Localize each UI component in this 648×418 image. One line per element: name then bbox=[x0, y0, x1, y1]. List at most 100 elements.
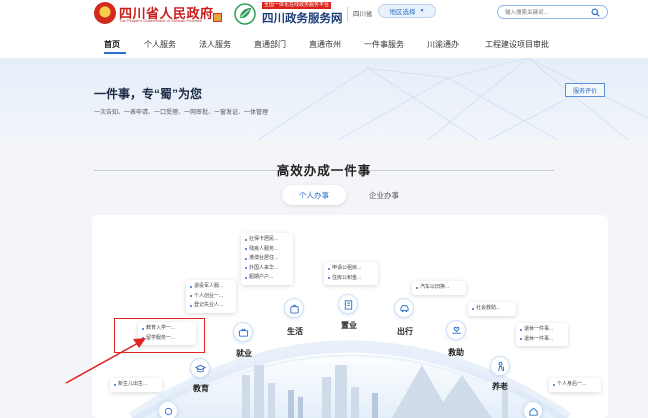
main-nav: 首页 个人服务 法人服务 直通部门 直通市州 一件事服务 川渝通办 工程建设项目… bbox=[0, 36, 648, 54]
tab-enterprise[interactable]: 企业办事 bbox=[352, 185, 416, 205]
service-logo-icon bbox=[234, 3, 256, 25]
popup-housing: 申请公租房... 住房公积金... bbox=[324, 262, 378, 285]
category-housing-label[interactable]: 置业 bbox=[341, 320, 357, 331]
nav-active-underline bbox=[104, 52, 126, 54]
helping-hand-icon bbox=[451, 326, 461, 334]
category-employment-label[interactable]: 就业 bbox=[236, 348, 252, 359]
category-rescue-label[interactable]: 救助 bbox=[448, 347, 464, 358]
bullet-icon bbox=[416, 286, 418, 289]
list-item[interactable]: 社保卡居民... bbox=[245, 235, 289, 245]
bullet-icon bbox=[190, 285, 192, 288]
header-divider bbox=[347, 7, 348, 21]
list-item[interactable]: 社会救助... bbox=[472, 304, 512, 314]
region-label: 四川省 bbox=[353, 11, 373, 18]
category-education-button[interactable] bbox=[190, 358, 210, 378]
list-item[interactable]: 登记失业人... bbox=[190, 301, 232, 311]
bullet-icon bbox=[245, 248, 247, 251]
service-name[interactable]: 四川政务服务网 bbox=[262, 10, 343, 26]
list-item[interactable]: 残疾人服务... bbox=[245, 245, 289, 255]
category-education-label[interactable]: 教育 bbox=[193, 383, 209, 394]
list-item[interactable]: 超期户户... bbox=[245, 273, 289, 283]
list-item[interactable]: 退役军人服... bbox=[190, 282, 232, 292]
nav-item-home[interactable]: 首页 bbox=[104, 39, 120, 50]
bullet-icon bbox=[553, 383, 555, 386]
bullet-icon bbox=[245, 257, 247, 260]
page: 四川省人民政府 The People's Government of Sichu… bbox=[0, 0, 648, 418]
category-posthumous-button[interactable] bbox=[523, 401, 543, 418]
search-icon[interactable] bbox=[591, 8, 600, 17]
highlight-box bbox=[114, 318, 205, 353]
popup-life: 社保卡居民... 残疾人服务... 港澳台居住... 外国人来华... 超期户户… bbox=[241, 233, 293, 285]
category-elderly-button[interactable] bbox=[490, 356, 510, 376]
home-icon bbox=[528, 407, 538, 416]
search-input[interactable] bbox=[505, 7, 589, 18]
list-item[interactable]: 外国人来华... bbox=[245, 264, 289, 274]
bullet-icon bbox=[245, 238, 247, 241]
bullet-icon bbox=[520, 338, 522, 341]
bullet-icon bbox=[472, 307, 474, 310]
list-item[interactable]: 汽车以旧换... bbox=[416, 283, 462, 293]
list-item[interactable]: 新生儿出生... bbox=[114, 380, 158, 390]
category-rescue-button[interactable] bbox=[446, 320, 466, 340]
list-item[interactable]: 住房公积金... bbox=[328, 274, 374, 284]
badge-icon bbox=[213, 13, 222, 22]
category-travel-label[interactable]: 出行 bbox=[397, 326, 413, 337]
nav-item-personal[interactable]: 个人服务 bbox=[144, 39, 176, 50]
banner-title: 一件事，专“蜀”为您 bbox=[94, 87, 203, 101]
arc-background bbox=[128, 340, 572, 418]
category-life-button[interactable] bbox=[284, 298, 304, 318]
list-item[interactable]: 退休一件事... bbox=[520, 325, 564, 335]
bullet-icon bbox=[245, 276, 247, 279]
site-header: 四川省人民政府 The People's Government of Sichu… bbox=[0, 0, 648, 58]
banner-subtitle: 一次告知、一表申请、一口受理、一网审批、一窗发证、一体管理 bbox=[94, 110, 269, 116]
popup-employment: 退役军人服... 个人创业一... 登记失业人... bbox=[186, 280, 236, 313]
service-evaluation-button[interactable]: 服务评价 bbox=[565, 83, 605, 97]
popup-posthumous: 个人身后一... bbox=[549, 378, 601, 392]
list-item[interactable]: 个人创业一... bbox=[190, 292, 232, 302]
nav-item-one-thing[interactable]: 一件事服务 bbox=[364, 39, 404, 50]
popup-travel: 汽车以旧换... bbox=[412, 281, 466, 295]
list-item[interactable]: 个人身后一... bbox=[553, 380, 597, 390]
category-housing-button[interactable] bbox=[338, 294, 358, 314]
graduation-cap-icon bbox=[194, 364, 206, 372]
region-select-button[interactable]: 地区选择 ▼ bbox=[378, 4, 436, 18]
elder-icon bbox=[497, 361, 504, 371]
platform-tag: 全国一体化在线政务服务平台 bbox=[262, 2, 332, 9]
bullet-icon bbox=[114, 383, 116, 386]
building-icon bbox=[344, 299, 352, 310]
nav-item-sichuan-chongqing[interactable]: 川渝通办 bbox=[427, 39, 459, 50]
bullet-icon bbox=[245, 267, 247, 270]
category-life-label[interactable]: 生活 bbox=[287, 326, 303, 337]
briefcase-icon bbox=[238, 328, 248, 337]
hero-banner: 一件事，专“蜀”为您 一次告知、一表申请、一口受理、一网审批、一窗发证、一体管理… bbox=[0, 58, 648, 140]
life-cycle-card bbox=[92, 215, 608, 418]
national-emblem-icon bbox=[94, 2, 116, 24]
car-icon bbox=[399, 304, 409, 312]
category-travel-button[interactable] bbox=[394, 298, 414, 318]
nav-item-construction[interactable]: 工程建设项目审批 bbox=[485, 39, 549, 50]
search-box bbox=[497, 5, 608, 19]
list-item[interactable]: 申请公租房... bbox=[328, 264, 374, 274]
list-item[interactable]: 港澳台居住... bbox=[245, 254, 289, 264]
nav-item-corporate[interactable]: 法人服务 bbox=[199, 39, 231, 50]
section-title: 高效办成一件事 bbox=[276, 164, 372, 178]
shopping-bag-icon bbox=[289, 304, 299, 314]
category-elderly-label[interactable]: 养老 bbox=[492, 381, 508, 392]
chevron-down-icon: ▼ bbox=[419, 8, 425, 14]
nav-item-cities[interactable]: 直通市州 bbox=[309, 39, 341, 50]
bullet-icon bbox=[190, 295, 192, 298]
banner-decoration bbox=[257, 58, 648, 140]
popup-rescue: 社会救助... bbox=[468, 302, 516, 316]
category-birth-button[interactable] bbox=[158, 401, 178, 418]
list-item[interactable]: 退休一件事... bbox=[520, 335, 564, 345]
bullet-icon bbox=[328, 267, 330, 270]
region-select-label: 地区选择 bbox=[389, 9, 416, 16]
tab-personal[interactable]: 个人办事 bbox=[282, 185, 346, 205]
gov-subtitle: The People's Government of Sichuan Provi… bbox=[119, 18, 203, 23]
nav-item-departments[interactable]: 直通部门 bbox=[254, 39, 286, 50]
bullet-icon bbox=[520, 328, 522, 331]
baby-icon bbox=[164, 407, 172, 415]
category-employment-button[interactable] bbox=[233, 322, 253, 342]
bullet-icon bbox=[190, 304, 192, 307]
popup-retirement: 退休一件事... 退休一件事... bbox=[516, 323, 568, 346]
